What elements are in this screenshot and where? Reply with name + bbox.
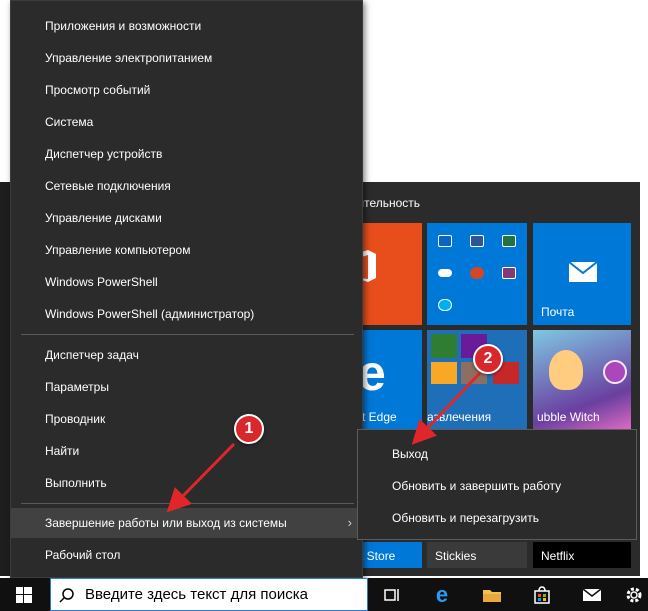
settings-button[interactable] bbox=[620, 578, 648, 611]
annotation-badge-2: 2 bbox=[473, 344, 503, 374]
taskbar-search[interactable]: Введите здесь текст для поиска bbox=[50, 578, 368, 611]
mail-taskbar-button[interactable] bbox=[574, 578, 610, 611]
annotation-badge-1: 1 bbox=[234, 414, 264, 444]
annotation-arrows bbox=[166, 371, 482, 513]
edge-taskbar-button[interactable]: e bbox=[424, 578, 460, 611]
arrow-1 bbox=[166, 442, 236, 513]
file-explorer-button[interactable] bbox=[474, 578, 510, 611]
edge-icon: e bbox=[435, 581, 449, 607]
mail-icon bbox=[582, 587, 602, 601]
arrow-2 bbox=[411, 371, 482, 445]
task-view-icon bbox=[384, 588, 399, 601]
search-input[interactable]: Введите здесь текст для поиска bbox=[85, 586, 308, 603]
store-icon bbox=[534, 585, 550, 604]
start-button[interactable] bbox=[0, 578, 48, 611]
file-explorer-icon bbox=[483, 589, 501, 602]
settings-icon bbox=[626, 587, 642, 602]
store-button[interactable] bbox=[524, 578, 560, 611]
task-view-button[interactable] bbox=[375, 578, 411, 611]
windows-icon bbox=[16, 586, 32, 603]
search-icon bbox=[59, 588, 74, 603]
